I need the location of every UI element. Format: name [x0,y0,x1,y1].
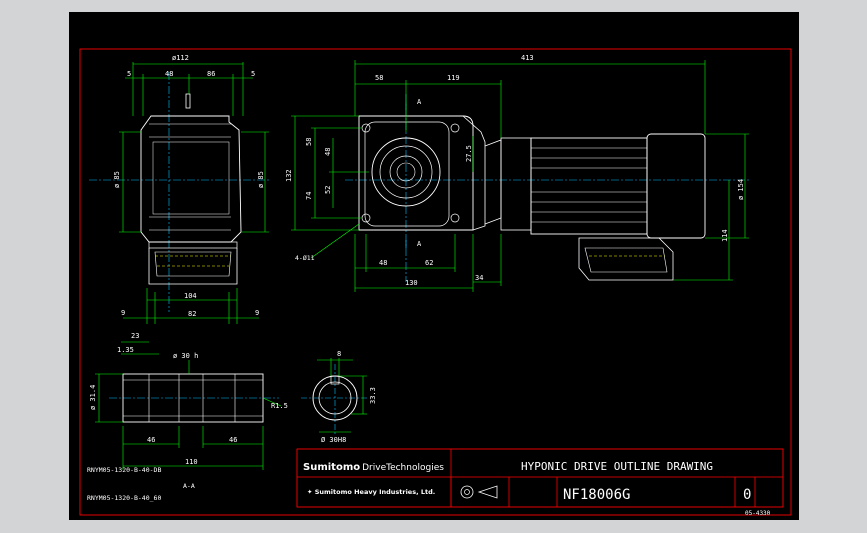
dim-bore-o30h8: Ø 30H8 [321,436,346,444]
dim-shaft-110: 110 [185,458,198,466]
projection-symbol-icon [460,485,474,499]
dim-front-74v: 74 [305,192,313,200]
dim-front-total: 413 [521,54,534,62]
dim-bore-8: 8 [337,350,341,358]
revision: 0 [743,487,751,503]
dim-front-114: 114 [721,229,729,242]
bore-view: 8 33.3 Ø 30H8 [301,350,377,444]
dim-bore-33-3: 33.3 [369,387,377,404]
drawing-sheet: ø112 5 48 86 5 ø 85 ø 85 104 9 82 9 A A … [69,12,799,520]
shaft-view: 23 1.35 ø 30 h ø 31.4 R1.5 46 46 110 RNY… [87,332,288,502]
drawing-border [79,48,792,516]
dim-side-o85-right: ø 85 [257,171,265,188]
title-block: Sumitomo DriveTechnologies ✦ Sumitomo Hea… [296,448,784,517]
section-label: A-A [183,482,195,490]
dim-shaft-46-left: 46 [147,436,155,444]
model-1: RNYM05-1320-B-40-DB [87,466,161,474]
dim-side-top: ø112 [172,54,189,62]
dim-side-9-left: 9 [121,309,125,317]
section-mark-top: A [417,98,422,106]
dim-shaft-r1-5: R1.5 [271,402,288,410]
dim-side-5-right: 5 [251,70,255,78]
dim-front-130: 130 [405,279,418,287]
dim-side-5-left: 5 [127,70,131,78]
hole-callout: 4-Ø11 [295,254,315,262]
dim-side-48: 48 [165,70,173,78]
dim-shaft-46-right: 46 [229,436,237,444]
dim-front-119: 119 [447,74,460,82]
dim-front-48v: 48 [324,148,332,156]
dim-front-58: 58 [375,74,383,82]
section-mark-bottom: A [417,240,422,248]
dim-front-132: 132 [285,169,293,182]
sheet-ref: 05-4330 [745,510,771,517]
dim-shaft-23: 23 [131,332,139,340]
dim-shaft-1-35: 1.35 [117,346,134,354]
dim-side-104: 104 [184,292,197,300]
side-view: ø112 5 48 86 5 ø 85 ø 85 104 9 82 9 [89,54,269,324]
dim-front-52v: 52 [324,186,332,194]
dim-front-58v: 58 [305,138,313,146]
dim-front-48h: 48 [379,259,387,267]
dim-side-o85-left: ø 85 [113,171,121,188]
dim-side-86: 86 [207,70,215,78]
dim-front-27-5: 27.5 [465,145,473,162]
model-2: RNYM05-1320-B-40_60 [87,494,161,502]
dim-side-9-right: 9 [255,309,259,317]
dim-shaft-o30: ø 30 h [173,352,198,360]
company-name: ✦ Sumitomo Heavy Industries, Ltd. [307,488,435,496]
drawing-number: NF18006G [563,487,630,503]
dim-side-82: 82 [188,310,196,318]
dim-shaft-o31-4: ø 31.4 [89,385,97,410]
dim-front-62h: 62 [425,259,433,267]
dim-front-34: 34 [475,274,483,282]
front-view: A A 413 58 119 132 58 74 48 52 27.5 48 6… [285,54,749,292]
dim-front-o154: ø 154 [737,179,745,200]
outline-drawing: ø112 5 48 86 5 ø 85 ø 85 104 9 82 9 A A … [79,48,792,517]
drawing-title: HYPONIC DRIVE OUTLINE DRAWING [521,460,713,473]
brand-name: Sumitomo DriveTechnologies [303,462,444,473]
